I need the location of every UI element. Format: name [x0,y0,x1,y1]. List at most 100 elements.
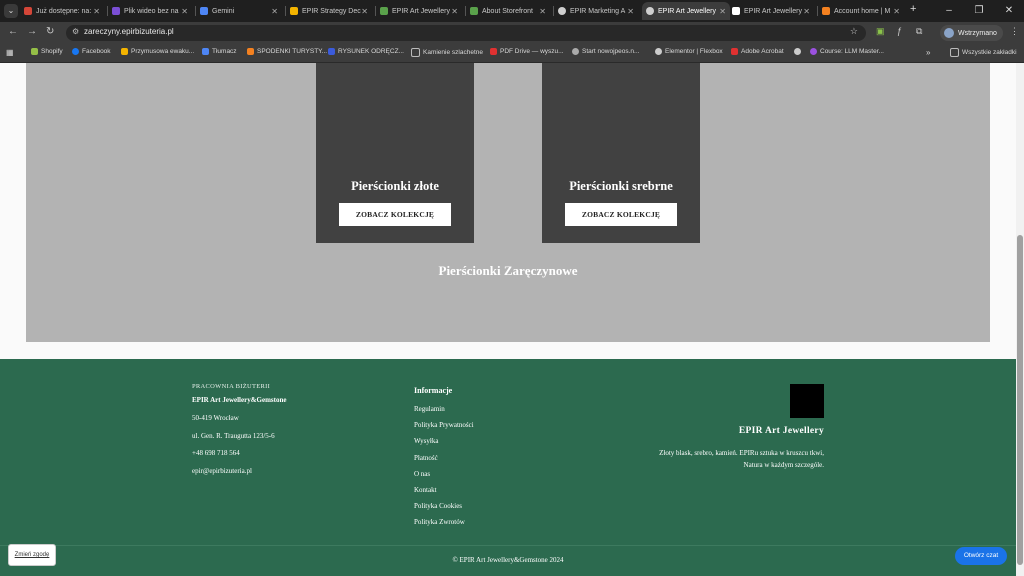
extensions-puzzle-icon[interactable]: ⧉ [916,26,922,37]
bookmark-evacuation[interactable]: Przymusowa ewaku... [121,48,194,55]
tab-6[interactable]: About Storefront ✕ [470,2,550,20]
forward-icon[interactable]: → [27,26,37,37]
tab-3[interactable]: Gemini ✕ [200,2,282,20]
bookmark-gemstones[interactable]: Kamienie szlachetne [411,48,483,57]
folder-icon [950,48,959,57]
close-tab-icon[interactable]: ✕ [627,7,634,16]
close-tab-icon[interactable]: ✕ [181,7,188,16]
footer-link-contact[interactable]: Kontakt [414,486,474,494]
close-tab-icon[interactable]: ✕ [803,7,810,16]
email-link[interactable]: epir@epirbizuteria.pl [192,467,286,475]
bookmark-star-icon[interactable]: ☆ [850,26,858,37]
extension-icon[interactable]: ▣ [876,26,885,37]
tab-7[interactable]: EPIR Marketing A ✕ [558,2,638,20]
cloudflare-icon [822,7,830,15]
page-viewport: Pierścionki złote ZOBACZ KOLEKCJĘ Pierśc… [0,63,1016,576]
new-tab-button[interactable]: + [910,3,916,15]
tab-9[interactable]: EPIR Art Jewellery ✕ [732,2,814,20]
brand-name: EPIR Art Jewellery&Gemstone [192,396,287,404]
bookmark-unnamed[interactable] [794,48,804,55]
footer-link-payment[interactable]: Płatność [414,454,474,462]
script-icon[interactable]: ƒ [897,26,902,36]
bookmark-facebook[interactable]: Facebook [72,48,111,55]
address-bar[interactable]: ⚙ zareczyny.epirbizuteria.pl ☆ [66,25,866,41]
video-icon [112,7,120,15]
footer-tagline: Złoty blask, srebro, kamień. EPIRu sztuk… [659,449,824,469]
open-chat-button[interactable]: Otwórz czat [955,547,1007,565]
close-tab-icon[interactable]: ✕ [451,7,458,16]
window-controls: – ❐ ✕ [934,0,1024,22]
site-info-icon[interactable]: ⚙ [72,27,79,36]
minimize-button[interactable]: – [934,0,964,22]
footer-link-shipping[interactable]: Wysyłka [414,437,474,445]
tab-10[interactable]: Account home | M ✕ [822,2,904,20]
close-tab-icon[interactable]: ✕ [893,7,900,16]
tab-search-icon[interactable]: ⌄ [4,4,18,18]
bookmark-start[interactable]: Start nowojpeos.n... [572,48,639,55]
close-tab-icon[interactable]: ✕ [539,7,546,16]
slides-icon [290,7,298,15]
phone-link[interactable]: +48 698 718 564 [192,449,286,457]
tab-5[interactable]: EPIR Art Jewellery ✕ [380,2,462,20]
info-heading: Informacje [414,386,453,395]
bookmarks-overflow-icon[interactable]: » [926,48,930,57]
collection-card-silver[interactable]: Pierścionki srebrne ZOBACZ KOLEKCJĘ [542,63,700,243]
back-icon[interactable]: ← [8,26,18,37]
bookmark-shopify[interactable]: Shopify [31,48,63,55]
bookmark-elementor[interactable]: Elementor | Flexbox [655,48,723,55]
info-column: Informacje Regulamin Polityka Prywatnośc… [414,386,474,535]
course-icon [810,48,817,55]
shopify-icon [31,48,38,55]
close-tab-icon[interactable]: ✕ [93,7,100,16]
tab-2[interactable]: Plik wideo bez na ✕ [112,2,192,20]
acrobat-icon [731,48,738,55]
footer-link-privacy[interactable]: Polityka Prywatności [414,421,474,429]
footer-link-terms[interactable]: Regulamin [414,405,474,413]
close-tab-icon[interactable]: ✕ [361,7,368,16]
scrollbar-thumb[interactable] [1017,235,1023,565]
footer-link-cookies[interactable]: Polityka Cookies [414,502,474,510]
collections-section: Pierścionki złote ZOBACZ KOLEKCJĘ Pierśc… [26,63,990,342]
close-tab-icon[interactable]: ✕ [719,7,726,16]
page-icon [732,7,740,15]
translate-icon [202,48,209,55]
profile-button[interactable]: Wstrzymano [940,25,1003,41]
maximize-button[interactable]: ❐ [964,0,994,22]
close-window-button[interactable]: ✕ [994,0,1024,22]
tab-strip: ⌄ Już dostępne: na: ✕ Plik wideo bez na ✕ … [0,0,1024,22]
bookmark-llm-course[interactable]: Course: LLM Master... [810,48,884,55]
tab-1[interactable]: Już dostępne: na: ✕ [24,2,104,20]
collection-title: Pierścionki złote [351,179,439,193]
url-text[interactable]: zareczyny.epirbizuteria.pl [84,27,174,36]
gemini-icon [200,7,208,15]
openai-icon [558,7,566,15]
reload-icon[interactable]: ↻ [46,26,54,37]
view-collection-button[interactable]: ZOBACZ KOLEKCJĘ [339,203,451,226]
footer-link-about[interactable]: O nas [414,470,474,478]
close-tab-icon[interactable]: ✕ [271,7,278,16]
gmail-icon [24,7,32,15]
footer-logo [790,384,824,418]
footer-divider [0,545,1016,546]
tab-8-active[interactable]: EPIR Art Jewellery ✕ [642,2,730,20]
footer-link-returns[interactable]: Polityka Zwrotów [414,518,474,526]
cookie-consent-button[interactable]: Zmień zgodę [8,544,56,566]
bookmark-translate[interactable]: Tłumacz [202,48,237,55]
menu-icon[interactable]: ⋮ [1010,26,1019,37]
footer-brand-title: EPIR Art Jewellery [738,426,824,436]
bookmark-pdfdrive[interactable]: PDF Drive — wyszu... [490,48,564,55]
shop-icon [247,48,254,55]
view-collection-button[interactable]: ZOBACZ KOLEKCJĘ [565,203,677,226]
avatar [944,28,954,38]
street-address: ul. Gen. R. Traugutta 123/5-6 [192,431,275,440]
globe-icon [572,48,579,55]
folder-icon [411,48,420,57]
all-bookmarks[interactable]: Wszystkie zakładki [950,48,1017,57]
collection-card-gold[interactable]: Pierścionki złote ZOBACZ KOLEKCJĘ [316,63,474,243]
globe-icon [655,48,662,55]
bookmark-acrobat[interactable]: Adobe Acrobat [731,48,784,55]
tab-4[interactable]: EPIR Strategy Dec ✕ [290,2,372,20]
apps-icon[interactable]: ▦ [6,48,14,57]
bookmark-drawing[interactable]: RYSUNEK ODRĘCZ... [328,48,404,55]
bookmark-shorts[interactable]: SPODENKI TURYSTY... [247,48,327,55]
